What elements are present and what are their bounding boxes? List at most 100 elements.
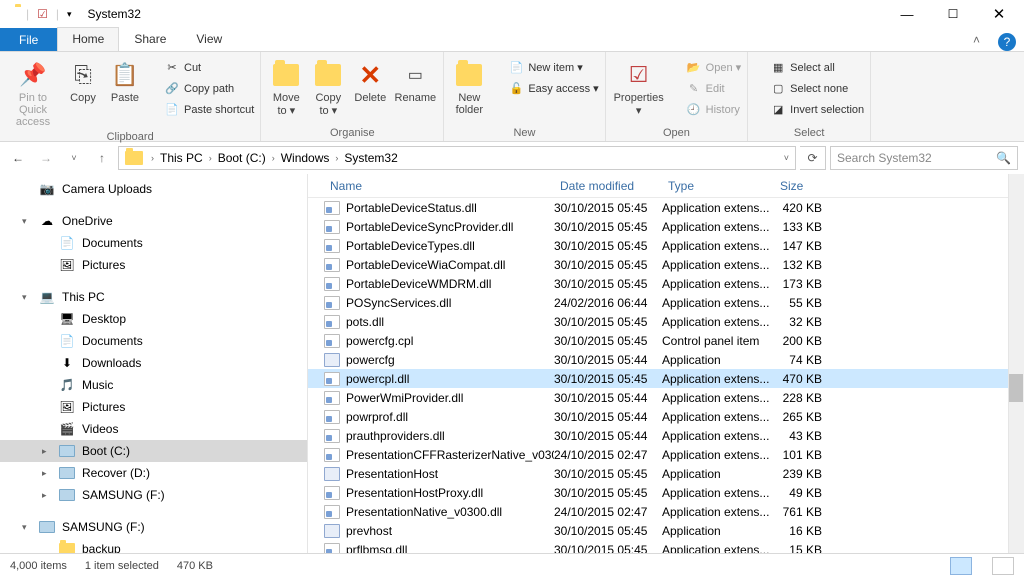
file-row[interactable]: prevhost30/10/2015 05:45Application16 KB: [308, 521, 1024, 540]
cut-button[interactable]: ✂Cut: [148, 58, 254, 77]
properties-button[interactable]: ☑ Properties ▾: [610, 56, 668, 119]
paste-shortcut-button[interactable]: 📄Paste shortcut: [148, 100, 254, 119]
tab-file[interactable]: File: [0, 28, 57, 51]
breadcrumb-item[interactable]: This PC: [158, 151, 205, 165]
select-none-button[interactable]: ▢Select none: [754, 79, 864, 98]
scrollbar-thumb[interactable]: [1009, 374, 1023, 402]
chevron-icon[interactable]: ▸: [42, 446, 52, 457]
chevron-down-icon[interactable]: ˅: [780, 153, 793, 163]
column-size[interactable]: Size: [774, 179, 840, 193]
pin-to-quick-access-button[interactable]: 📌 Pin to Quick access: [4, 56, 62, 130]
breadcrumb-item[interactable]: Windows: [279, 151, 332, 165]
tree-item[interactable]: 🎬Videos: [0, 418, 307, 440]
properties-qat-icon[interactable]: ☑: [37, 7, 48, 21]
tree-item[interactable]: 📄Documents: [0, 330, 307, 352]
file-row[interactable]: PortableDeviceSyncProvider.dll30/10/2015…: [308, 217, 1024, 236]
file-row[interactable]: PortableDeviceTypes.dll30/10/2015 05:45A…: [308, 236, 1024, 255]
easy-access-button[interactable]: 🔓Easy access ▾: [492, 79, 598, 98]
chevron-icon[interactable]: ▾: [22, 292, 32, 303]
rename-button[interactable]: ▭ Rename: [391, 56, 439, 106]
column-name[interactable]: Name: [324, 179, 554, 193]
paste-button[interactable]: 📋 Paste: [104, 56, 146, 106]
file-row[interactable]: pots.dll30/10/2015 05:45Application exte…: [308, 312, 1024, 331]
file-date: 24/02/2016 06:44: [554, 296, 662, 310]
tree-item[interactable]: ▸SAMSUNG (F:): [0, 484, 307, 506]
tree-item[interactable]: ▾💻This PC: [0, 286, 307, 308]
copy-button[interactable]: ⎘ Copy: [62, 56, 104, 106]
tree-item[interactable]: 📷Camera Uploads: [0, 178, 307, 200]
tree-item[interactable]: 🖼Pictures: [0, 396, 307, 418]
maximize-button[interactable]: ☐: [930, 0, 976, 28]
copy-path-button[interactable]: 🔗Copy path: [148, 79, 254, 98]
copy-to-button[interactable]: Copy to ▾: [307, 56, 349, 119]
file-row[interactable]: PortableDeviceStatus.dll30/10/2015 05:45…: [308, 198, 1024, 217]
chevron-icon[interactable]: ▾: [22, 216, 32, 227]
file-row[interactable]: PowerWmiProvider.dll30/10/2015 05:44Appl…: [308, 388, 1024, 407]
file-row[interactable]: powrprof.dll30/10/2015 05:44Application …: [308, 407, 1024, 426]
file-row[interactable]: PresentationHost30/10/2015 05:45Applicat…: [308, 464, 1024, 483]
column-type[interactable]: Type: [662, 179, 774, 193]
file-row[interactable]: PresentationNative_v0300.dll24/10/2015 0…: [308, 502, 1024, 521]
tree-item[interactable]: ▸Recover (D:): [0, 462, 307, 484]
tree-item[interactable]: 🖥Desktop: [0, 308, 307, 330]
column-date[interactable]: Date modified: [554, 179, 662, 193]
chevron-icon[interactable]: ▾: [22, 522, 32, 533]
refresh-button[interactable]: ⟳: [800, 146, 826, 170]
chevron-icon[interactable]: ▸: [42, 490, 52, 501]
collapse-ribbon-button[interactable]: ˄: [963, 29, 990, 51]
tree-item[interactable]: ⬇Downloads: [0, 352, 307, 374]
tree-item[interactable]: ▾SAMSUNG (F:): [0, 516, 307, 538]
scrollbar[interactable]: [1008, 174, 1024, 553]
tree-item[interactable]: 📄Documents: [0, 232, 307, 254]
invert-selection-button[interactable]: ◪Invert selection: [754, 100, 864, 119]
tree-item[interactable]: backup: [0, 538, 307, 553]
file-row[interactable]: prflbmsg.dll30/10/2015 05:45Application …: [308, 540, 1024, 553]
help-button[interactable]: ?: [998, 33, 1016, 51]
details-view-button[interactable]: [950, 557, 972, 575]
new-folder-button[interactable]: New folder: [448, 56, 490, 118]
file-row[interactable]: PortableDeviceWiaCompat.dll30/10/2015 05…: [308, 255, 1024, 274]
select-all-button[interactable]: ▦Select all: [754, 58, 864, 77]
move-to-button[interactable]: Move to ▾: [265, 56, 307, 119]
tree-item[interactable]: ▾☁OneDrive: [0, 210, 307, 232]
navigation-tree[interactable]: 📷Camera Uploads▾☁OneDrive📄Documents🖼Pict…: [0, 174, 307, 553]
tree-item[interactable]: 🎵Music: [0, 374, 307, 396]
chevron-icon[interactable]: ▸: [42, 468, 52, 479]
recent-locations-button[interactable]: ˅: [62, 146, 86, 170]
tree-item[interactable]: ▸Boot (C:): [0, 440, 307, 462]
thumbnails-view-button[interactable]: [992, 557, 1014, 575]
chevron-right-icon[interactable]: ›: [268, 153, 279, 163]
delete-button[interactable]: ✕ Delete: [349, 56, 391, 106]
open-button[interactable]: 📂Open ▾: [670, 58, 742, 77]
file-row[interactable]: powercfg30/10/2015 05:44Application74 KB: [308, 350, 1024, 369]
history-button[interactable]: 🕘History: [670, 100, 742, 119]
file-row[interactable]: PresentationHostProxy.dll30/10/2015 05:4…: [308, 483, 1024, 502]
tab-home[interactable]: Home: [57, 27, 119, 51]
new-item-button[interactable]: 📄New item ▾: [492, 58, 598, 77]
breadcrumb-item[interactable]: Boot (C:): [216, 151, 268, 165]
search-input[interactable]: Search System32 🔍: [830, 146, 1018, 170]
file-type: Application extens...: [662, 296, 774, 310]
chevron-right-icon[interactable]: ›: [147, 153, 158, 163]
file-row[interactable]: powercpl.dll30/10/2015 05:45Application …: [308, 369, 1024, 388]
file-row[interactable]: prauthproviders.dll30/10/2015 05:44Appli…: [308, 426, 1024, 445]
qat-dropdown-icon[interactable]: ▾: [67, 9, 72, 20]
close-button[interactable]: ✕: [976, 0, 1022, 28]
address-bar[interactable]: › This PC › Boot (C:) › Windows › System…: [118, 146, 796, 170]
forward-button[interactable]: →: [34, 146, 58, 170]
tab-view[interactable]: View: [181, 27, 237, 51]
chevron-right-icon[interactable]: ›: [205, 153, 216, 163]
file-row[interactable]: PresentationCFFRasterizerNative_v0300.dl…: [308, 445, 1024, 464]
chevron-right-icon[interactable]: ›: [331, 153, 342, 163]
breadcrumb-item[interactable]: System32: [342, 151, 399, 165]
file-rows[interactable]: PortableDeviceStatus.dll30/10/2015 05:45…: [308, 198, 1024, 553]
up-button[interactable]: ↑: [90, 146, 114, 170]
file-row[interactable]: PortableDeviceWMDRM.dll30/10/2015 05:45A…: [308, 274, 1024, 293]
file-row[interactable]: powercfg.cpl30/10/2015 05:45Control pane…: [308, 331, 1024, 350]
minimize-button[interactable]: —: [884, 0, 930, 28]
edit-button[interactable]: ✎Edit: [670, 79, 742, 98]
back-button[interactable]: ←: [6, 146, 30, 170]
tree-item[interactable]: 🖼Pictures: [0, 254, 307, 276]
tab-share[interactable]: Share: [119, 27, 181, 51]
file-row[interactable]: POSyncServices.dll24/02/2016 06:44Applic…: [308, 293, 1024, 312]
